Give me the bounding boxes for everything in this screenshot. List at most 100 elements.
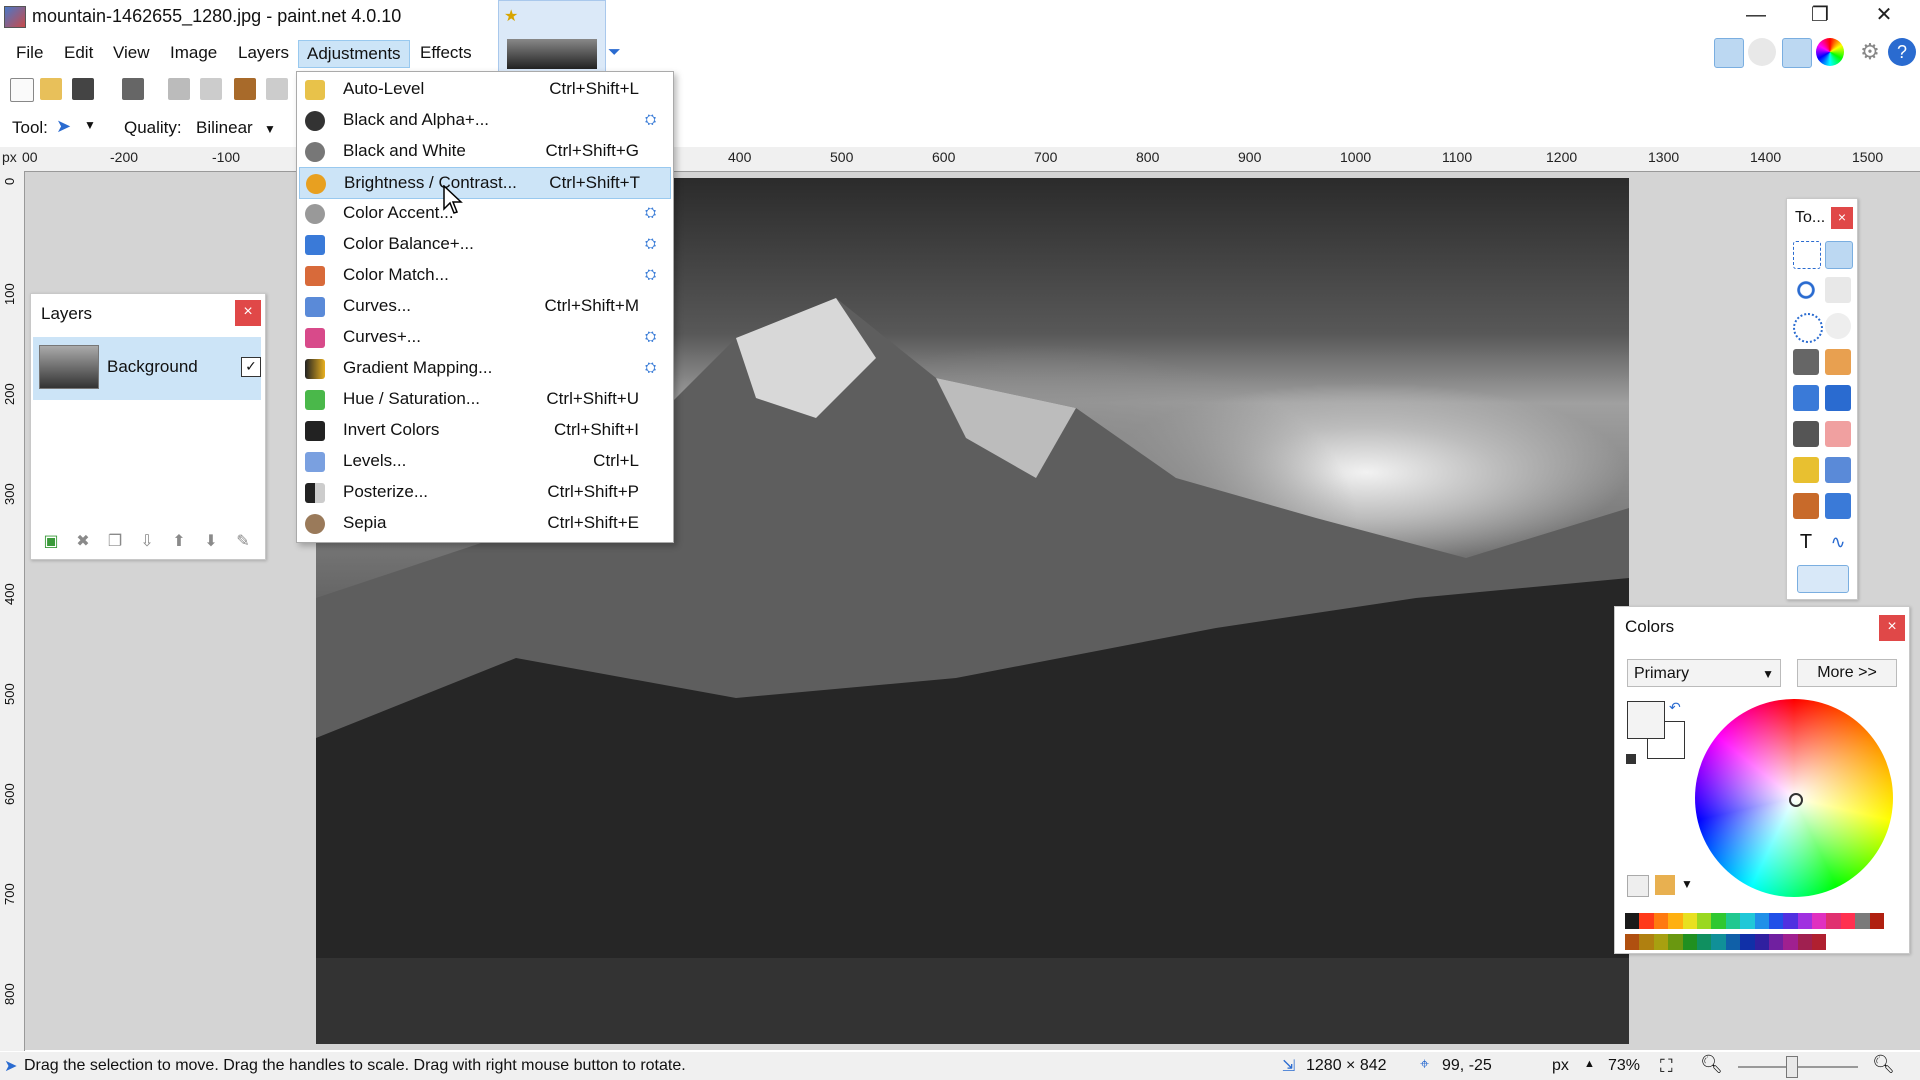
zoom-tool-icon[interactable] bbox=[1825, 313, 1851, 339]
pan-tool-icon[interactable] bbox=[1825, 349, 1851, 375]
minimize-button[interactable]: — bbox=[1726, 0, 1786, 32]
palette-swatch[interactable] bbox=[1826, 913, 1841, 929]
color-wheel-picker[interactable] bbox=[1789, 793, 1803, 807]
colors-close-button[interactable]: × bbox=[1879, 615, 1905, 641]
color-mode-select[interactable]: Primary ▼ bbox=[1627, 659, 1781, 687]
menu-item-black-and-alpha[interactable]: Black and Alpha+... ⛭ bbox=[299, 105, 669, 135]
layer-visibility-checkbox[interactable]: ✓ bbox=[241, 357, 261, 377]
units-dropdown-icon[interactable]: ▲ bbox=[1584, 1058, 1595, 1070]
palette-swatch[interactable] bbox=[1682, 913, 1697, 929]
palette-swatch[interactable] bbox=[1639, 913, 1654, 929]
restore-button[interactable]: ❐ bbox=[1790, 0, 1850, 32]
menu-item-color-balance[interactable]: Color Balance+... ⛭ bbox=[299, 229, 669, 259]
palette-swatch[interactable] bbox=[1682, 934, 1697, 950]
crop-icon[interactable] bbox=[266, 78, 288, 100]
palette-swatch[interactable] bbox=[1668, 934, 1683, 950]
palette-swatch[interactable] bbox=[1696, 913, 1712, 929]
menu-layers[interactable]: Layers bbox=[230, 40, 297, 66]
open-folder-icon[interactable] bbox=[40, 78, 62, 100]
lasso-select-tool-icon[interactable] bbox=[1793, 277, 1819, 303]
menu-item-sepia[interactable]: Sepia Ctrl+Shift+E bbox=[299, 508, 669, 538]
units-selector[interactable]: px bbox=[1552, 1057, 1569, 1075]
delete-layer-icon[interactable]: ✖ bbox=[73, 531, 93, 551]
menu-adjustments[interactable]: Adjustments bbox=[298, 40, 410, 68]
palette-swatch[interactable] bbox=[1625, 913, 1640, 929]
palette-swatch[interactable] bbox=[1668, 913, 1683, 929]
palette-swatch[interactable] bbox=[1812, 913, 1827, 929]
move-selected-tool-icon[interactable] bbox=[1825, 277, 1851, 303]
palette-swatch[interactable] bbox=[1639, 934, 1654, 950]
palette-swatch[interactable] bbox=[1725, 913, 1741, 929]
menu-item-posterize[interactable]: Posterize... Ctrl+Shift+P bbox=[299, 477, 669, 507]
rectangle-select-tool-icon[interactable] bbox=[1793, 241, 1821, 269]
layer-properties-icon[interactable]: ✎ bbox=[233, 531, 253, 551]
menu-image[interactable]: Image bbox=[162, 40, 225, 66]
tools-close-button[interactable]: × bbox=[1831, 207, 1853, 229]
palette-swatch[interactable] bbox=[1768, 913, 1784, 929]
palette-swatch[interactable] bbox=[1740, 913, 1755, 929]
clone-stamp-tool-icon[interactable] bbox=[1793, 493, 1819, 519]
zoom-in-icon[interactable]: 🔍︎ bbox=[1872, 1054, 1895, 1075]
menu-item-black-and-white[interactable]: Black and White Ctrl+Shift+G bbox=[299, 136, 669, 166]
magic-wand-tool-icon[interactable] bbox=[1793, 349, 1819, 375]
menu-item-hue-saturation[interactable]: Hue / Saturation... Ctrl+Shift+U bbox=[299, 384, 669, 414]
zoom-to-window-icon[interactable]: ⛶ bbox=[1660, 1056, 1673, 1077]
paste-icon[interactable] bbox=[234, 78, 256, 100]
menu-item-invert-colors[interactable]: Invert Colors Ctrl+Shift+I bbox=[299, 415, 669, 445]
palette-swatch[interactable] bbox=[1768, 934, 1784, 950]
new-file-icon[interactable] bbox=[10, 78, 34, 102]
menu-effects[interactable]: Effects bbox=[412, 40, 480, 66]
menu-item-auto-level[interactable]: Auto-Level Ctrl+Shift+L bbox=[299, 74, 669, 104]
eraser-tool-icon[interactable] bbox=[1825, 421, 1851, 447]
pencil-tool-icon[interactable] bbox=[1793, 457, 1819, 483]
cut-icon[interactable] bbox=[168, 78, 190, 100]
history-window-toggle-icon[interactable] bbox=[1748, 38, 1776, 66]
add-palette-color-icon[interactable] bbox=[1627, 875, 1649, 897]
menu-item-color-match[interactable]: Color Match... ⛭ bbox=[299, 260, 669, 290]
menu-file[interactable]: File bbox=[8, 40, 51, 66]
menu-item-curves[interactable]: Curves... Ctrl+Shift+M bbox=[299, 291, 669, 321]
menu-item-levels[interactable]: Levels... Ctrl+L bbox=[299, 446, 669, 476]
menu-item-gradient-mapping[interactable]: Gradient Mapping... ⛭ bbox=[299, 353, 669, 383]
more-colors-button[interactable]: More >> bbox=[1797, 659, 1897, 687]
palette-swatch[interactable] bbox=[1754, 913, 1769, 929]
tool-dropdown-icon[interactable]: ▼ bbox=[84, 118, 96, 132]
colors-window-toggle-icon[interactable] bbox=[1816, 38, 1844, 66]
color-picker-tool-icon[interactable] bbox=[1825, 457, 1851, 483]
layer-row-background[interactable]: Background ✓ bbox=[33, 337, 261, 400]
quality-dropdown-icon[interactable]: ▼ bbox=[264, 122, 276, 136]
shapes-tool-icon[interactable] bbox=[1797, 565, 1849, 593]
add-layer-icon[interactable]: ▣ bbox=[41, 531, 61, 551]
palette-swatch[interactable] bbox=[1797, 913, 1813, 929]
palette-swatch[interactable] bbox=[1653, 934, 1669, 950]
menu-item-curves-plus[interactable]: Curves+... ⛭ bbox=[299, 322, 669, 352]
palette-swatch[interactable] bbox=[1812, 934, 1827, 950]
palette-swatch[interactable] bbox=[1840, 913, 1856, 929]
merge-down-icon[interactable]: ⇩ bbox=[137, 531, 157, 551]
menu-item-brightness-contrast[interactable]: Brightness / Contrast... Ctrl+Shift+T bbox=[299, 167, 671, 199]
swap-colors-icon[interactable]: ↶ bbox=[1669, 699, 1681, 716]
ellipse-select-tool-icon[interactable] bbox=[1793, 313, 1823, 343]
print-icon[interactable] bbox=[122, 78, 144, 100]
move-selection-tool-icon[interactable] bbox=[1825, 241, 1853, 269]
palette-swatch[interactable] bbox=[1754, 934, 1769, 950]
palette-swatch[interactable] bbox=[1797, 934, 1813, 950]
reset-colors-icon[interactable] bbox=[1625, 753, 1637, 765]
menu-view[interactable]: View bbox=[105, 40, 158, 66]
save-icon[interactable] bbox=[72, 78, 94, 100]
line-curve-tool-icon[interactable]: ∿ bbox=[1825, 529, 1851, 555]
close-button[interactable]: ✕ bbox=[1854, 0, 1914, 32]
zoom-slider-track[interactable] bbox=[1738, 1066, 1858, 1068]
paint-bucket-tool-icon[interactable] bbox=[1793, 385, 1819, 411]
palette-swatch[interactable] bbox=[1725, 934, 1741, 950]
image-tab[interactable]: ★ bbox=[498, 0, 606, 74]
quality-value[interactable]: Bilinear bbox=[196, 118, 253, 138]
move-selection-tool-icon[interactable]: ➤ bbox=[56, 116, 71, 137]
zoom-level[interactable]: 73% bbox=[1608, 1057, 1640, 1075]
palette-menu-icon[interactable] bbox=[1655, 875, 1675, 895]
move-down-icon[interactable]: ⬇ bbox=[201, 531, 221, 551]
menu-item-color-accent[interactable]: Color Accent... ⛭ bbox=[299, 198, 669, 228]
layers-window-toggle-icon[interactable] bbox=[1782, 38, 1812, 68]
palette-swatch[interactable] bbox=[1869, 913, 1885, 929]
palette-swatch[interactable] bbox=[1625, 934, 1640, 950]
